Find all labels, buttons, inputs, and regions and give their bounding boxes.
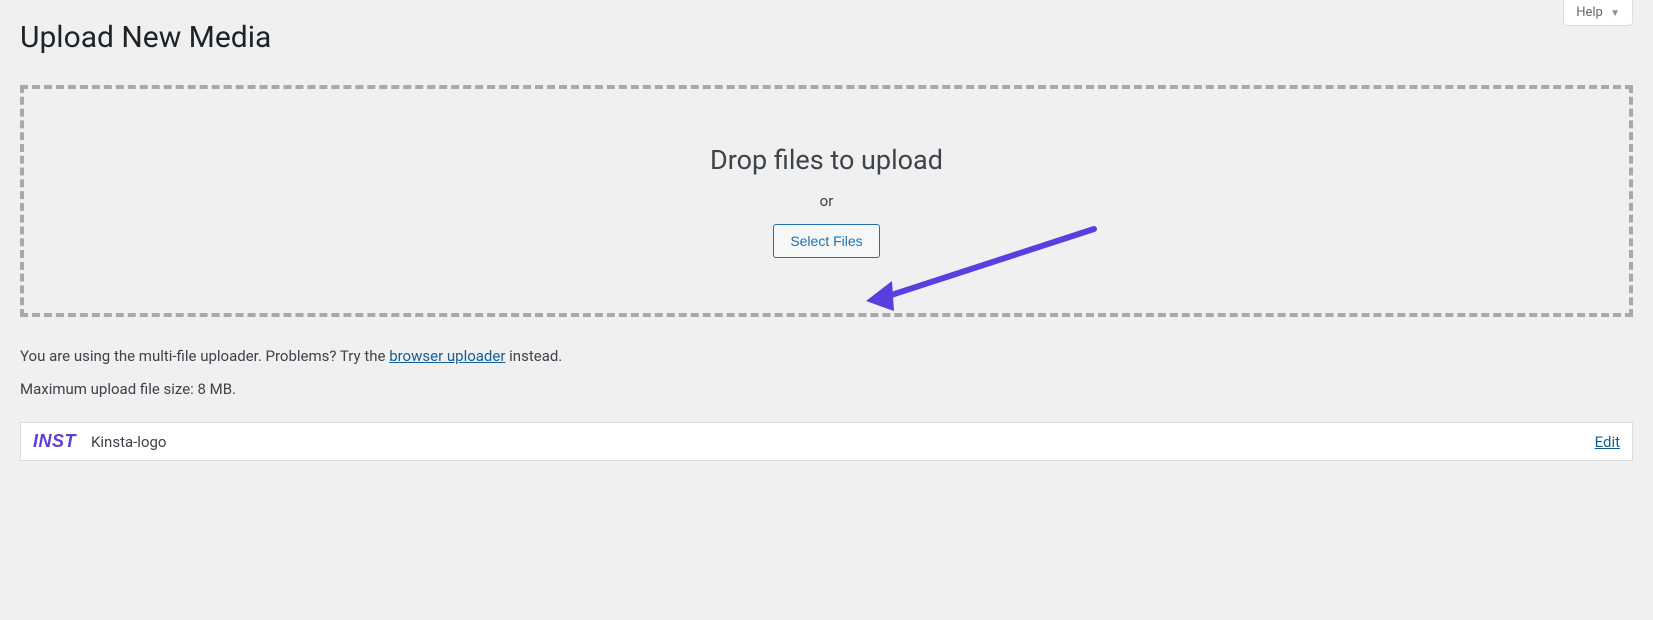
uploader-info-prefix: You are using the multi-file uploader. P…	[20, 347, 389, 365]
page-title: Upload New Media	[20, 0, 1633, 55]
select-files-button[interactable]: Select Files	[773, 224, 879, 258]
edit-media-link[interactable]: Edit	[1595, 433, 1620, 451]
max-upload-size-text: Maximum upload file size: 8 MB.	[20, 380, 1633, 398]
browser-uploader-link[interactable]: browser uploader	[389, 347, 505, 365]
dropzone-or-text: or	[44, 192, 1609, 210]
media-item-row: INST Kinsta-logo Edit	[20, 422, 1633, 461]
uploader-info-suffix: instead.	[505, 347, 562, 365]
help-button-label: Help	[1576, 5, 1603, 20]
media-item-left: INST Kinsta-logo	[33, 431, 166, 452]
uploader-info-text: You are using the multi-file uploader. P…	[20, 347, 1633, 365]
media-thumbnail: INST	[33, 431, 81, 452]
chevron-down-icon: ▼	[1610, 8, 1620, 19]
upload-dropzone[interactable]: Drop files to upload or Select Files	[20, 85, 1633, 317]
help-button[interactable]: Help ▼	[1563, 0, 1633, 26]
annotation-arrow-icon	[864, 219, 1104, 319]
dropzone-title: Drop files to upload	[44, 144, 1609, 176]
media-filename: Kinsta-logo	[91, 433, 166, 451]
